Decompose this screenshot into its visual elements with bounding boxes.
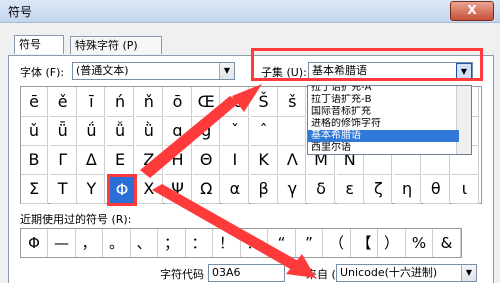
symbol-cell[interactable]: ǘ	[78, 116, 106, 146]
symbol-cell[interactable]: Ζ	[135, 145, 163, 175]
recent-symbol-cell[interactable]: ：	[186, 229, 213, 257]
recent-symbol-cell[interactable]: ！	[214, 229, 241, 257]
symbol-cell[interactable]: Υ	[78, 174, 106, 204]
recent-symbol-cell[interactable]: —	[49, 229, 76, 257]
symbol-cell[interactable]: ˇ	[221, 116, 249, 146]
symbol-cell[interactable]: Δ	[78, 145, 106, 175]
recent-symbols-row[interactable]: Φ —，。、；：！？ “” （【）% &	[20, 228, 462, 258]
symbol-cell[interactable]: ι	[451, 174, 479, 204]
symbol-cell[interactable]: θ	[422, 174, 450, 204]
window-title: 符号	[8, 5, 33, 19]
symbol-cell[interactable]: Œ	[193, 87, 221, 117]
font-select-value: (普通文本)	[76, 64, 129, 77]
symbol-cell[interactable]: Λ	[279, 145, 307, 175]
symbol-cell[interactable]: Η	[164, 145, 192, 175]
symbol-cell[interactable]: ǚ	[107, 116, 135, 146]
font-select[interactable]: (普通文本) ▼	[72, 62, 235, 80]
subset-highlight-box	[251, 48, 483, 81]
symbol-cell[interactable]: Ω	[193, 174, 221, 204]
symbol-cell[interactable]: α	[221, 174, 249, 204]
symbol-cell[interactable]	[279, 116, 307, 146]
symbol-cell[interactable]: ˆ	[250, 116, 278, 146]
recent-symbol-cell[interactable]: &	[434, 229, 461, 257]
recent-symbol-cell[interactable]: ）	[379, 229, 406, 257]
from-select-value: Unicode(十六进制)	[340, 266, 438, 279]
symbol-cell[interactable]: ń	[107, 87, 135, 117]
recent-symbol-cell[interactable]: %	[406, 229, 433, 257]
symbol-cell[interactable]: ζ	[365, 174, 393, 204]
symbol-cell[interactable]: ō	[164, 87, 192, 117]
recent-symbol-cell[interactable]: ？	[241, 229, 268, 257]
symbol-cell[interactable]: Γ	[49, 145, 77, 175]
subset-option[interactable]: 国际音标扩充	[308, 106, 459, 118]
symbol-cell[interactable]: Τ	[49, 174, 77, 204]
recent-symbol-cell[interactable]: （	[324, 229, 351, 257]
recent-symbols-label: 近期使用过的符号 (R):	[20, 213, 132, 226]
symbol-cell[interactable]: ε	[336, 174, 364, 204]
recent-symbol-cell[interactable]: ”	[296, 229, 323, 257]
recent-symbol-cell[interactable]: “	[269, 229, 296, 257]
from-select[interactable]: Unicode(十六进制) ▼	[336, 264, 477, 282]
subset-option[interactable]: 进格的修饰字符	[308, 118, 459, 130]
symbol-cell[interactable]: Θ	[193, 145, 221, 175]
chevron-down-icon[interactable]: ▼	[461, 265, 476, 281]
symbol-cell[interactable]: η	[394, 174, 422, 204]
symbol-cell[interactable]: ī	[78, 87, 106, 117]
subset-option[interactable]: 拉丁语扩充-B	[308, 94, 459, 106]
symbol-cell[interactable]: β	[250, 174, 278, 204]
title-bar: 符号 X	[0, 0, 500, 23]
close-button[interactable]: X	[450, 1, 494, 21]
symbol-cell[interactable]: Σ	[21, 174, 48, 204]
symbol-cell[interactable]: γ	[279, 174, 307, 204]
recent-symbol-cell[interactable]: 。	[104, 229, 131, 257]
symbol-cell[interactable]: ǜ	[135, 116, 163, 146]
symbol-cell[interactable]: ě	[49, 87, 77, 117]
symbol-cell[interactable]: Χ	[135, 174, 163, 204]
symbol-cell[interactable]: š	[279, 87, 307, 117]
chevron-down-icon[interactable]: ▼	[219, 63, 234, 79]
subset-dropdown-list[interactable]: 拉丁语扩充-A 拉丁语扩充-B 国际音标扩充 进格的修饰字符 基本希腊语 西里尔语	[307, 85, 472, 155]
recent-symbol-cell[interactable]: Φ	[21, 229, 48, 257]
recent-symbol-cell[interactable]: ；	[159, 229, 186, 257]
recent-symbol-cell[interactable]: 【	[351, 229, 378, 257]
symbol-cell[interactable]: ǖ	[49, 116, 77, 146]
symbol-cell[interactable]: ɑ	[164, 116, 192, 146]
symbol-cell[interactable]: œ	[221, 87, 249, 117]
symbol-cell[interactable]: Š	[250, 87, 278, 117]
symbol-cell[interactable]: Κ	[250, 145, 278, 175]
tab-special-characters[interactable]: 特殊字符 (P)	[70, 36, 162, 54]
char-code-input[interactable]: 03A6	[208, 264, 285, 282]
selected-symbol-cell[interactable]: Φ	[107, 174, 138, 206]
symbol-dialog: 符号 X 符号 (S) 特殊字符 (P) 字体 (F): (普通文本) ▼ 子集…	[0, 0, 500, 283]
symbol-cell[interactable]: ň	[135, 87, 163, 117]
symbol-cell[interactable]: ē	[21, 87, 48, 117]
symbol-cell[interactable]: Ε	[107, 145, 135, 175]
symbol-cell[interactable]: δ	[308, 174, 335, 204]
font-label: 字体 (F):	[20, 66, 65, 79]
subset-option[interactable]: 西里尔语	[308, 142, 459, 154]
subset-option[interactable]: 拉丁语扩充-A	[308, 86, 459, 94]
symbol-cell[interactable]: ǔ	[21, 116, 48, 146]
recent-symbol-cell[interactable]: 、	[131, 229, 158, 257]
subset-option[interactable]: 基本希腊语	[308, 130, 459, 142]
symbol-cell[interactable]: g	[193, 116, 221, 146]
symbol-cell[interactable]: Ψ	[164, 174, 192, 204]
symbol-cell[interactable]: Β	[21, 145, 48, 175]
recent-symbol-cell[interactable]: ，	[76, 229, 103, 257]
char-code-value: 03A6	[212, 266, 241, 279]
tab-symbols[interactable]: 符号 (S)	[14, 35, 64, 68]
symbol-cell[interactable]: Ι	[221, 145, 249, 175]
